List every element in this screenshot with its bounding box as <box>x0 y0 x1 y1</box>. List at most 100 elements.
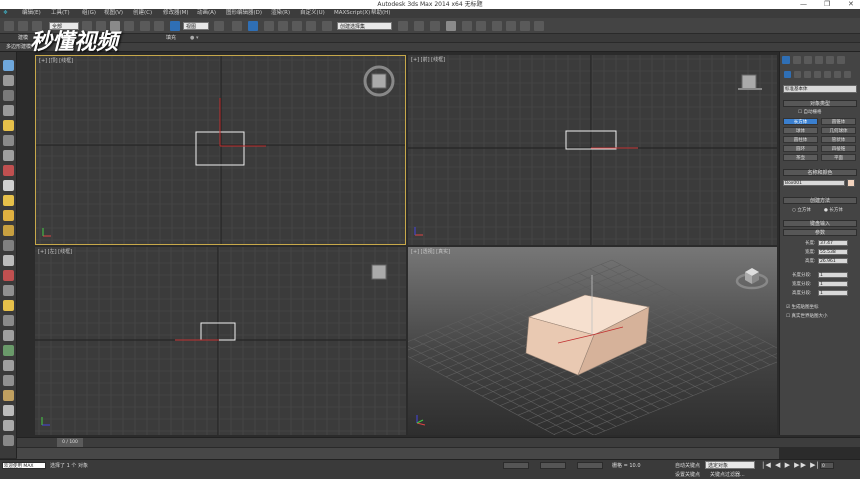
width-segs-spinner[interactable]: 1 <box>818 281 848 287</box>
spinner-snap-icon[interactable] <box>306 21 316 31</box>
named-selection-dropdown[interactable]: 创建选择集 <box>337 22 392 30</box>
left-tool-icon-22[interactable] <box>3 390 14 401</box>
shapes-icon[interactable] <box>794 71 801 78</box>
menu-item-8[interactable]: 渲染(R) <box>271 9 290 18</box>
menu-item-5[interactable]: 修改器(M) <box>163 9 189 18</box>
layer-manager-icon[interactable] <box>430 21 440 31</box>
viewport-top[interactable]: [+] [顶] [线框] <box>35 55 406 245</box>
curve-editor-icon[interactable] <box>462 21 472 31</box>
render-icon[interactable] <box>534 21 544 31</box>
app-menu-icon[interactable]: ❖ <box>3 9 8 18</box>
cylinder-primitive-button[interactable]: 圆柱体 <box>783 136 818 143</box>
helpers-icon[interactable] <box>824 71 831 78</box>
redo-icon[interactable] <box>18 21 28 31</box>
x-coord-field[interactable] <box>503 462 529 469</box>
motion-tab-icon[interactable] <box>815 56 823 64</box>
height-spinner[interactable]: 26.961 <box>818 258 848 264</box>
spacewarps-icon[interactable] <box>834 71 841 78</box>
scale-icon[interactable] <box>170 21 180 31</box>
menu-item-2[interactable]: 组(G) <box>82 9 96 18</box>
left-tool-icon-20[interactable] <box>3 360 14 371</box>
sphere-primitive-button[interactable]: 球体 <box>783 127 818 134</box>
teapot-primitive-button[interactable]: 茶壶 <box>783 154 818 161</box>
viewcube-left[interactable] <box>371 264 387 280</box>
length-spinner[interactable]: 37.47 <box>818 240 848 246</box>
left-tool-icon-0[interactable] <box>3 60 14 71</box>
pyramid-primitive-button[interactable]: 四棱锥 <box>821 145 856 152</box>
left-tool-icon-23[interactable] <box>3 405 14 416</box>
menu-item-7[interactable]: 图形编辑器(D) <box>226 9 262 18</box>
display-tab-icon[interactable] <box>826 56 834 64</box>
category-dropdown[interactable]: 标准基本体 <box>783 85 857 93</box>
ribbon-options-icon[interactable]: ● ▾ <box>190 34 198 43</box>
lights-icon[interactable] <box>804 71 811 78</box>
geosphere-primitive-button[interactable]: 几何球体 <box>821 127 856 134</box>
length-segs-spinner[interactable]: 1 <box>818 272 848 278</box>
left-tool-icon-24[interactable] <box>3 420 14 431</box>
box-primitive-button[interactable]: 长方体 <box>783 118 818 125</box>
autogrid-checkbox[interactable]: ☐ 自动栅格 <box>798 109 821 115</box>
keyboard-shortcut-icon[interactable] <box>248 21 258 31</box>
systems-icon[interactable] <box>844 71 851 78</box>
menu-item-0[interactable]: 编辑(E) <box>22 9 41 18</box>
mirror-icon[interactable] <box>398 21 408 31</box>
viewcube-front[interactable] <box>738 74 762 90</box>
left-tool-icon-1[interactable] <box>3 75 14 86</box>
create-tab-icon[interactable] <box>782 56 790 64</box>
pivot-icon[interactable] <box>214 21 224 31</box>
render-setup-icon[interactable] <box>506 21 516 31</box>
hierarchy-tab-icon[interactable] <box>804 56 812 64</box>
menu-item-10[interactable]: MAXScript(X) <box>334 9 370 18</box>
auto-key-label[interactable]: 自动关键点 <box>675 462 700 469</box>
left-tool-icon-11[interactable] <box>3 225 14 236</box>
material-editor-icon[interactable] <box>492 21 502 31</box>
set-key-label[interactable]: 设置关键点 <box>675 471 700 478</box>
maximize-button[interactable]: ❐ <box>824 0 830 9</box>
tube-primitive-button[interactable]: 管状体 <box>821 136 856 143</box>
z-coord-field[interactable] <box>577 462 603 469</box>
object-color-swatch[interactable] <box>847 179 855 187</box>
left-tool-icon-13[interactable] <box>3 255 14 266</box>
name-color-rollout[interactable]: 名称和颜色 <box>783 169 857 176</box>
gen-uv-checkbox[interactable]: ☑ 生成贴图坐标 <box>786 304 818 310</box>
real-world-checkbox[interactable]: ☐ 真实世界贴图大小 <box>786 313 827 319</box>
viewport-label-top[interactable]: [+] [顶] [线框] <box>39 57 73 64</box>
cube-method-radio[interactable]: ○ 立方体 <box>792 207 811 213</box>
creation-method-rollout[interactable]: 创建方法 <box>783 197 857 204</box>
angle-snap-icon[interactable] <box>278 21 288 31</box>
snap-icon[interactable] <box>264 21 274 31</box>
playback-controls[interactable]: |◀ ◀ ▶ ▶▶ ▶| <box>762 461 820 469</box>
menu-item-3[interactable]: 视图(V) <box>104 9 123 18</box>
left-tool-icon-5[interactable] <box>3 135 14 146</box>
viewport-label-left[interactable]: [+] [左] [线框] <box>38 248 72 255</box>
viewport-label-perspective[interactable]: [+] [透视] [真实] <box>411 248 450 255</box>
viewport-label-front[interactable]: [+] [前] [线框] <box>411 56 445 63</box>
menu-item-6[interactable]: 动画(A) <box>197 9 216 18</box>
maxscript-listener[interactable]: 欢迎使用 MAX <box>2 462 46 469</box>
left-tool-icon-14[interactable] <box>3 270 14 281</box>
time-slider-thumb[interactable]: 0 / 100 <box>57 438 83 447</box>
modify-tab-icon[interactable] <box>793 56 801 64</box>
track-bar[interactable]: 0510152025303540455055606570758085909510… <box>17 447 780 465</box>
box-perspective[interactable] <box>525 275 650 376</box>
object-type-rollout[interactable]: 对象类型 <box>783 100 857 107</box>
reference-coord-dropdown[interactable]: 视图 <box>183 22 209 30</box>
viewport-left[interactable]: [+] [左] [线框] <box>35 247 406 435</box>
left-tool-icon-3[interactable] <box>3 105 14 116</box>
undo-icon[interactable] <box>4 21 14 31</box>
viewcube-top[interactable] <box>363 65 395 97</box>
utilities-tab-icon[interactable] <box>837 56 845 64</box>
torus-primitive-button[interactable]: 圆环 <box>783 145 818 152</box>
left-tool-icon-21[interactable] <box>3 375 14 386</box>
left-tool-icon-25[interactable] <box>3 435 14 446</box>
height-segs-spinner[interactable]: 1 <box>818 290 848 296</box>
ribbon-tab-populate[interactable]: 填充 <box>166 34 176 43</box>
y-coord-field[interactable] <box>540 462 566 469</box>
left-tool-icon-8[interactable] <box>3 180 14 191</box>
schematic-view-icon[interactable] <box>476 21 486 31</box>
left-tool-icon-9[interactable] <box>3 195 14 206</box>
percent-snap-icon[interactable] <box>292 21 302 31</box>
current-frame-field[interactable]: 0 <box>820 462 834 469</box>
width-spinner[interactable]: 55.538 <box>818 249 848 255</box>
graphite-tools-icon[interactable] <box>446 21 456 31</box>
